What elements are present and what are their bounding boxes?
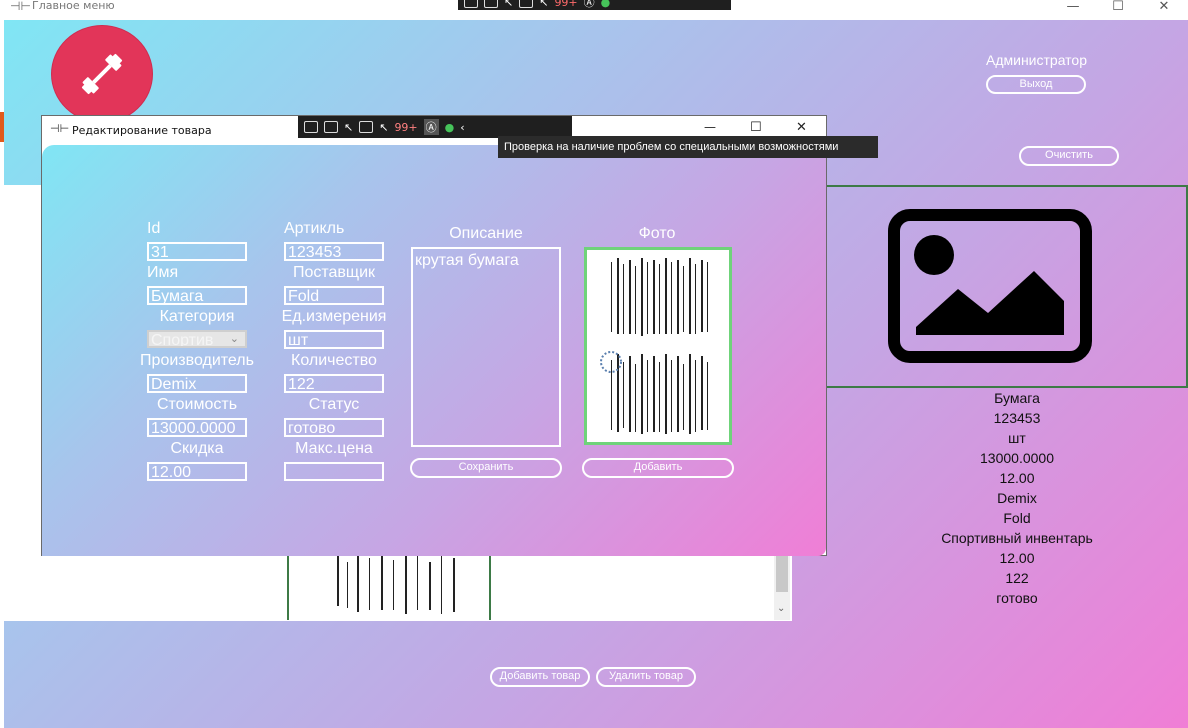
scroll-down-icon[interactable]: ⌄ (777, 603, 785, 614)
live-visual-tree-icon[interactable] (484, 0, 498, 8)
dialog-dumbbell-icon: ⊣⊢ (50, 122, 70, 135)
quantity-field[interactable]: 122 (284, 374, 384, 393)
product-discount: 12.00 (999, 470, 1035, 486)
track-focus-icon[interactable]: ↖ (539, 0, 548, 9)
name-field[interactable]: Бумага (147, 286, 247, 305)
minimize-button[interactable]: — (1058, 0, 1088, 16)
cursor-icon[interactable]: ↖ (344, 121, 353, 134)
discount-field[interactable]: 12.00 (147, 462, 247, 481)
dialog-maximize-button[interactable]: ☐ (750, 120, 762, 135)
app-logo (52, 26, 152, 122)
product-manufacturer: Demix (997, 490, 1037, 506)
maximize-button[interactable]: ☐ (1103, 0, 1133, 16)
product-status: готово (996, 590, 1038, 606)
product-max-discount: 12.00 (999, 550, 1035, 566)
select-element-icon[interactable] (464, 0, 478, 8)
id-label: Id (147, 220, 161, 237)
xaml-debug-toolbar-top: ↖ ↖ 99+ Ⓐ ● (458, 0, 731, 10)
id-field[interactable]: 31 (147, 242, 247, 261)
cost-label: Стоимость (156, 396, 238, 413)
accessibility-icon[interactable]: Ⓐ (584, 0, 595, 10)
max-price-field[interactable] (284, 462, 384, 481)
check-icon[interactable]: ● (445, 121, 455, 134)
article-field[interactable]: 123453 (284, 242, 384, 261)
article-label: Артикль (284, 220, 345, 237)
manufacturer-label: Производитель (140, 352, 254, 369)
add-photo-button[interactable]: Добавить (582, 458, 734, 478)
paper-photo-image (600, 258, 708, 434)
discount-label: Скидка (170, 440, 224, 457)
chevron-down-icon: ⌄ (229, 333, 239, 345)
image-placeholder-icon (888, 209, 1092, 363)
list-item-photo (287, 552, 491, 620)
clear-button[interactable]: Очистить (1019, 146, 1119, 166)
scrollbar-thumb[interactable] (776, 556, 788, 592)
dialog-minimize-button[interactable]: — (704, 120, 716, 134)
cost-field[interactable]: 13000.0000 (147, 418, 247, 437)
dumbbell-icon (81, 53, 123, 95)
photo-frame[interactable] (584, 247, 732, 445)
check-icon[interactable]: ● (601, 0, 611, 9)
product-name: Бумага (994, 390, 1040, 406)
dialog-body: Id 31 Имя Бумага Категория Спортив ⌄ Про… (42, 145, 826, 556)
product-cost: 13000.0000 (980, 450, 1054, 466)
select-element-icon[interactable] (304, 121, 318, 133)
user-role-label: Администратор (986, 52, 1088, 68)
dialog-title: Редактирование товара (72, 124, 212, 137)
name-label: Имя (147, 264, 179, 281)
edit-product-dialog: ⊣⊢ Редактирование товара — ☐ ✕ ↖ ↖ 99+ Ⓐ… (41, 115, 827, 556)
photo-label: Фото (638, 225, 676, 242)
accessibility-tooltip: Проверка на наличие проблем со специальн… (498, 136, 878, 158)
app-dumbbell-icon: ⊣⊢ (10, 0, 31, 13)
description-label: Описание (449, 225, 523, 242)
category-selected-value: Спортив (151, 332, 214, 348)
add-product-button[interactable]: Добавить товар (490, 667, 590, 687)
supplier-field[interactable]: Fold (284, 286, 384, 305)
product-details: Бумага 123453 шт 13000.0000 12.00 Demix … (900, 388, 1134, 608)
accessibility-icon[interactable]: Ⓐ (423, 119, 439, 135)
product-unit: шт (1008, 430, 1026, 446)
layout-adorner-icon[interactable] (359, 121, 374, 133)
product-quantity: 122 (1005, 570, 1029, 586)
category-label: Категория (159, 308, 235, 325)
track-focus-icon[interactable]: ↖ (379, 121, 388, 134)
save-button[interactable]: Сохранить (410, 458, 562, 478)
product-article: 123453 (993, 410, 1041, 426)
max-price-label: Макс.цена (295, 440, 373, 457)
status-field[interactable]: готово (284, 418, 384, 437)
close-button[interactable]: ✕ (1149, 0, 1179, 16)
category-select[interactable]: Спортив ⌄ (147, 330, 247, 348)
description-textarea[interactable]: крутая бумага (411, 247, 561, 447)
cursor-icon[interactable]: ↖ (504, 0, 513, 9)
binding-failures-badge[interactable]: 99+ (394, 121, 417, 134)
collapse-chevron-icon[interactable]: ‹ (460, 121, 464, 134)
unit-field[interactable]: шт (284, 330, 384, 349)
xaml-debug-toolbar: ↖ ↖ 99+ Ⓐ ● ‹ (298, 116, 572, 138)
delete-product-button[interactable]: Удалить товар (596, 667, 696, 687)
logout-button[interactable]: Выход (986, 75, 1086, 94)
paper-photo-thumbnail (319, 552, 459, 620)
product-category: Спортивный инвентарь (941, 530, 1093, 546)
product-card[interactable] (824, 185, 1188, 388)
live-visual-tree-icon[interactable] (324, 121, 338, 133)
background-window-edge (0, 112, 4, 142)
layout-adorner-icon[interactable] (519, 0, 534, 8)
product-supplier: Fold (1003, 510, 1031, 526)
binding-failures-badge[interactable]: 99+ (554, 0, 577, 9)
status-label: Статус (308, 396, 360, 413)
quantity-label: Количество (291, 352, 377, 369)
supplier-label: Поставщик (292, 264, 376, 281)
dialog-close-button[interactable]: ✕ (796, 120, 807, 135)
manufacturer-field[interactable]: Demix (147, 374, 247, 393)
unit-label: Ед.измерения (281, 308, 387, 325)
main-window-title: Главное меню (32, 0, 115, 12)
